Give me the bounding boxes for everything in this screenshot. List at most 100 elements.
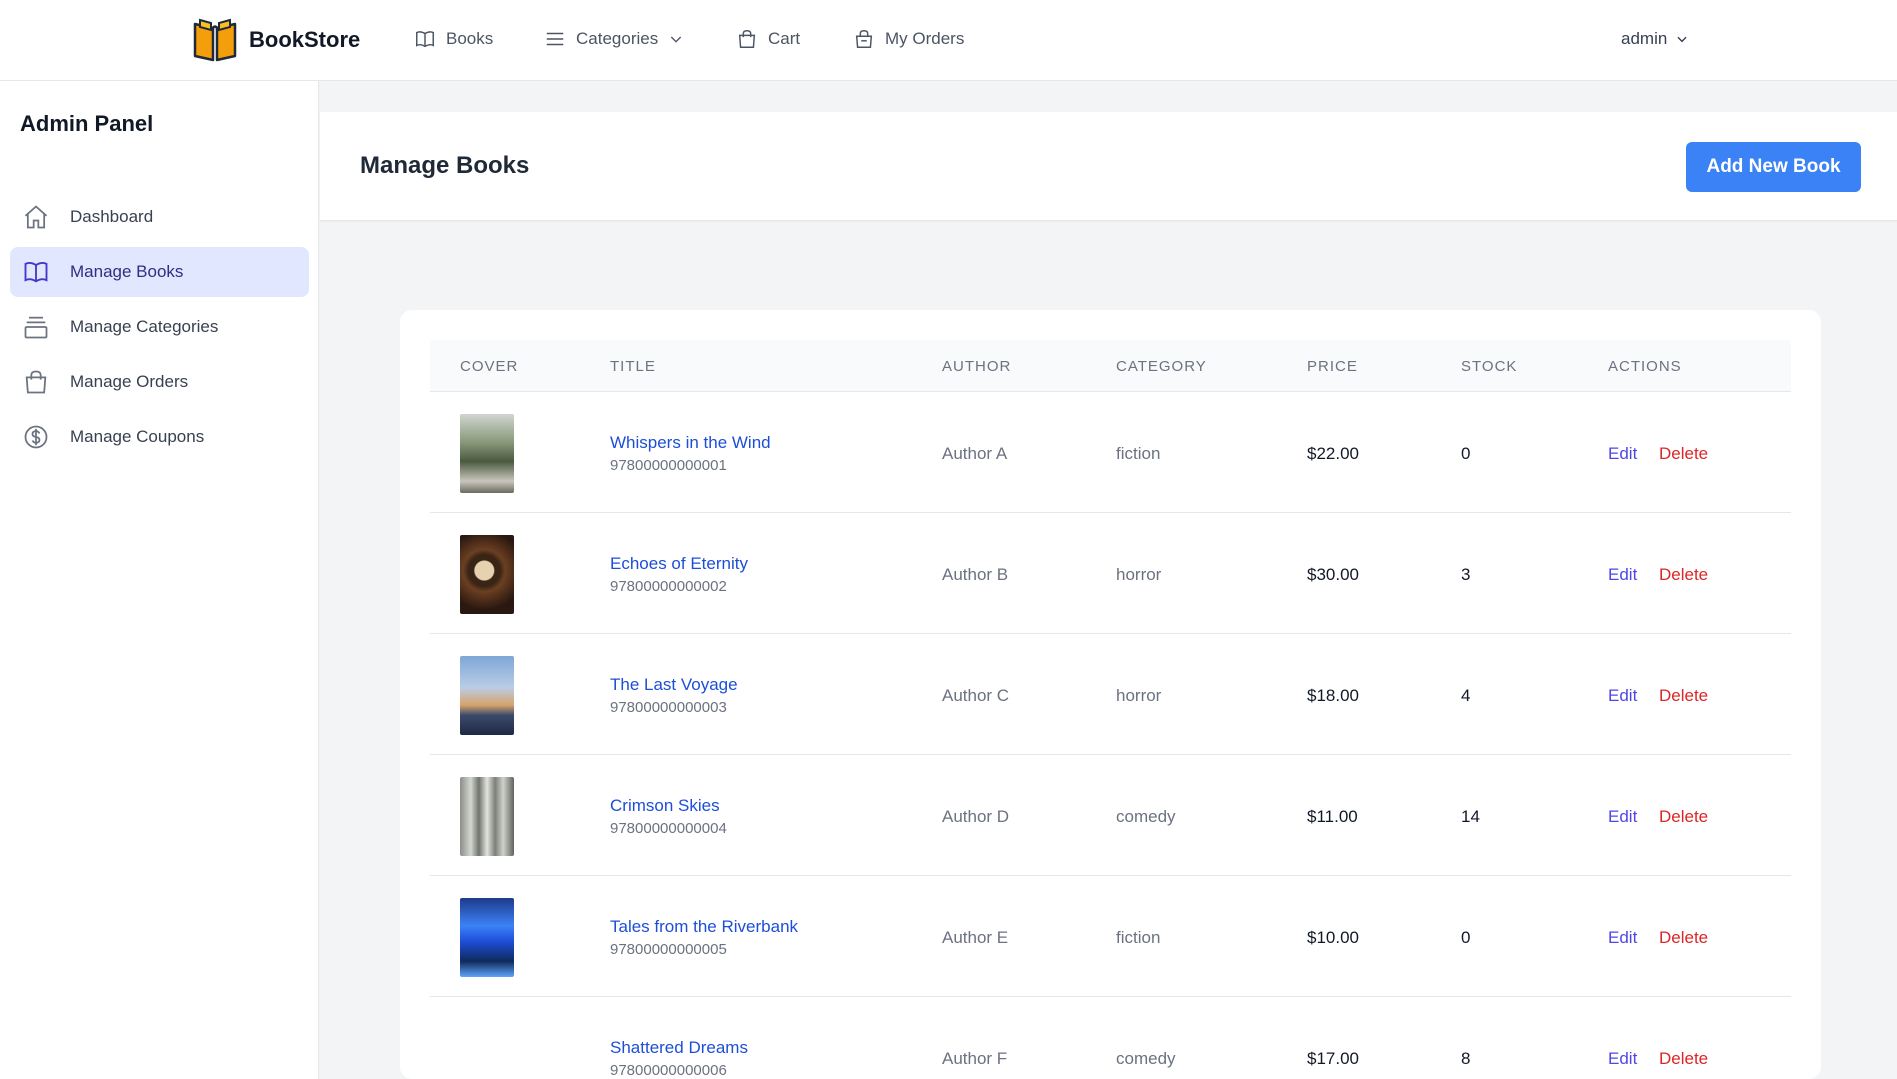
column-header-category: CATEGORY (1116, 358, 1207, 375)
sidebar-item-manage-orders[interactable]: Manage Orders (10, 357, 309, 407)
sidebar-item-manage-books[interactable]: Manage Books (10, 247, 309, 297)
add-new-book-button[interactable]: Add New Book (1686, 142, 1861, 192)
book-title-link[interactable]: Shattered Dreams (610, 1038, 748, 1058)
book-price: $11.00 (1307, 807, 1358, 826)
page-title: Manage Books (360, 152, 530, 179)
nav-orders-label: My Orders (885, 29, 965, 48)
book-cover-image (460, 656, 514, 735)
book-isbn: 97800000000003 (610, 699, 727, 716)
book-title-link[interactable]: Tales from the Riverbank (610, 917, 798, 937)
username: admin (1621, 29, 1668, 48)
book-cover-image (460, 777, 514, 856)
book-stock: 14 (1461, 807, 1480, 826)
brand-name: BookStore (249, 27, 361, 52)
shopping-bag-icon (738, 30, 756, 48)
sidebar-item-label: Dashboard (70, 207, 154, 226)
book-author: Author D (942, 807, 1010, 826)
table-header: COVER TITLE AUTHOR CATEGORY PRICE STOCK … (430, 340, 1791, 392)
page-header: Manage Books Add New Book (320, 112, 1897, 221)
column-header-stock: STOCK (1461, 358, 1518, 375)
book-title-link[interactable]: Echoes of Eternity (610, 554, 748, 574)
book-category: horror (1116, 686, 1162, 705)
book-isbn: 97800000000005 (610, 941, 727, 958)
book-stock: 0 (1461, 444, 1471, 463)
table-row: Shattered Dreams 97800000000006 Author F… (430, 997, 1791, 1079)
column-header-price: PRICE (1307, 358, 1358, 375)
sidebar-item-manage-categories[interactable]: Manage Categories (10, 302, 309, 352)
open-book-logo-icon (193, 18, 237, 62)
book-title-link[interactable]: Whispers in the Wind (610, 433, 771, 453)
delete-link[interactable]: Delete (1659, 928, 1708, 948)
edit-link[interactable]: Edit (1608, 686, 1637, 706)
book-cover-image (460, 535, 514, 614)
table-row: Whispers in the Wind 97800000000001 Auth… (430, 392, 1791, 513)
sidebar-item-label: Manage Orders (70, 372, 189, 391)
book-icon (416, 31, 434, 48)
books-table: COVER TITLE AUTHOR CATEGORY PRICE STOCK … (430, 340, 1791, 1079)
book-stock: 8 (1461, 1049, 1471, 1068)
home-icon (24, 205, 48, 229)
book-price: $17.00 (1307, 1049, 1359, 1068)
edit-link[interactable]: Edit (1608, 928, 1637, 948)
delete-link[interactable]: Delete (1659, 807, 1708, 827)
user-menu[interactable]: admin (1621, 29, 1689, 49)
book-isbn: 97800000000004 (610, 820, 727, 837)
book-title-link[interactable]: Crimson Skies (610, 796, 720, 816)
nav-categories[interactable]: Categories (544, 28, 684, 50)
book-author: Author E (942, 928, 1009, 947)
sidebar-item-dashboard[interactable]: Dashboard (10, 192, 309, 242)
book-category: horror (1116, 565, 1162, 584)
book-price: $18.00 (1307, 686, 1359, 705)
delete-link[interactable]: Delete (1659, 1049, 1708, 1069)
sidebar-title: Admin Panel (20, 111, 154, 136)
table-row: Tales from the Riverbank 97800000000005 … (430, 876, 1791, 997)
column-header-actions: ACTIONS (1608, 358, 1682, 375)
nav-my-orders[interactable]: My Orders (853, 28, 964, 50)
nav-cart-label: Cart (768, 29, 801, 48)
delete-link[interactable]: Delete (1659, 444, 1708, 464)
book-cover-image (460, 898, 514, 977)
column-header-title: TITLE (610, 358, 656, 375)
lock-bag-icon (855, 30, 873, 48)
delete-link[interactable]: Delete (1659, 565, 1708, 585)
sidebar-item-label: Manage Books (70, 262, 184, 281)
delete-link[interactable]: Delete (1659, 686, 1708, 706)
admin-sidebar: Admin Panel Dashboard Manage Books Manag… (0, 81, 319, 1079)
brand-logo[interactable]: BookStore (191, 16, 360, 64)
edit-link[interactable]: Edit (1608, 565, 1637, 585)
column-header-cover: COVER (460, 358, 519, 375)
book-category: fiction (1116, 444, 1161, 463)
menu-icon (546, 32, 564, 46)
book-cover-image (460, 414, 514, 493)
book-category: comedy (1116, 807, 1176, 826)
shopping-bag-icon (25, 370, 47, 394)
chevron-down-icon (671, 36, 682, 43)
book-author: Author B (942, 565, 1009, 584)
edit-link[interactable]: Edit (1608, 1049, 1637, 1069)
book-price: $10.00 (1307, 928, 1359, 947)
book-price: $30.00 (1307, 565, 1359, 584)
book-category: fiction (1116, 928, 1161, 947)
book-price: $22.00 (1307, 444, 1359, 463)
top-navbar: BookStore Books Categories Cart My Order… (0, 0, 1897, 81)
nav-books[interactable]: Books (414, 28, 493, 50)
sidebar-item-label: Manage Categories (70, 317, 219, 336)
dollar-circle-icon (24, 425, 48, 449)
table-row: Crimson Skies 97800000000004 Author D co… (430, 755, 1791, 876)
book-icon (24, 261, 48, 283)
nav-books-label: Books (446, 29, 494, 48)
nav-cart[interactable]: Cart (736, 28, 800, 50)
book-isbn: 97800000000006 (610, 1062, 727, 1079)
nav-categories-label: Categories (576, 29, 659, 48)
book-stock: 4 (1461, 686, 1471, 705)
book-author: Author C (942, 686, 1010, 705)
sidebar-item-manage-coupons[interactable]: Manage Coupons (10, 412, 309, 462)
edit-link[interactable]: Edit (1608, 807, 1637, 827)
archive-icon (24, 316, 48, 339)
book-isbn: 97800000000001 (610, 457, 727, 474)
edit-link[interactable]: Edit (1608, 444, 1637, 464)
book-category: comedy (1116, 1049, 1176, 1068)
book-isbn: 97800000000002 (610, 578, 727, 595)
book-author: Author A (942, 444, 1008, 463)
book-title-link[interactable]: The Last Voyage (610, 675, 738, 695)
